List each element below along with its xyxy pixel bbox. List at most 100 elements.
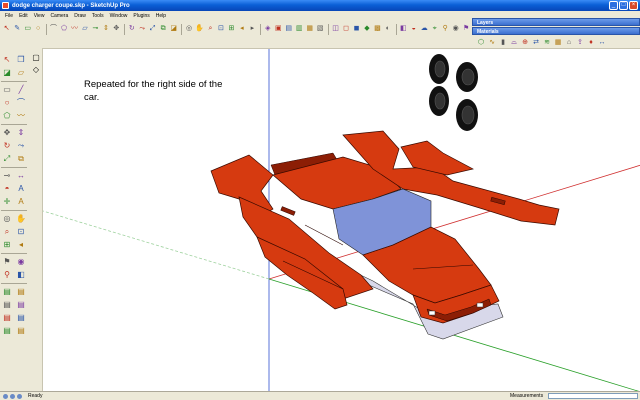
- from-contours-icon[interactable]: ≋: [542, 38, 552, 48]
- fog-icon[interactable]: ☁: [420, 24, 429, 34]
- stamp-icon[interactable]: ▮: [498, 38, 508, 48]
- zoom-icon[interactable]: ⌕: [206, 24, 215, 34]
- position-camera-icon[interactable]: ⚑: [461, 24, 470, 34]
- front-icon[interactable]: ▤: [284, 24, 293, 34]
- walk-icon[interactable]: ⚲: [1, 269, 13, 281]
- offset-icon[interactable]: ⧉: [15, 153, 27, 165]
- wireframe-icon[interactable]: ◻: [341, 24, 350, 34]
- smoove-icon[interactable]: ∿: [487, 38, 497, 48]
- rectangle-icon[interactable]: ▭: [1, 84, 13, 96]
- flip-edge-icon[interactable]: ⇄: [531, 38, 541, 48]
- menu-tools[interactable]: Tools: [89, 11, 107, 21]
- zoom-window-icon[interactable]: ⊡: [15, 226, 27, 238]
- rotate-icon[interactable]: ↻: [1, 140, 13, 152]
- arc-icon[interactable]: ⌒: [15, 97, 27, 109]
- walk-icon[interactable]: ⚲: [440, 24, 449, 34]
- left-icon[interactable]: ▧: [315, 24, 324, 34]
- previous-icon[interactable]: ◂: [237, 24, 246, 34]
- zoom-icon[interactable]: ⌕: [1, 226, 13, 238]
- layer-h-icon[interactable]: ▤: [15, 325, 27, 337]
- menu-help[interactable]: Help: [153, 11, 169, 21]
- maximize-button[interactable]: □: [619, 1, 628, 10]
- tray-layers[interactable]: Layers: [472, 18, 640, 26]
- protractor-icon[interactable]: ◓: [1, 183, 13, 195]
- sandbox-icon[interactable]: ⬡: [476, 38, 486, 48]
- top-icon[interactable]: ▣: [274, 24, 283, 34]
- eraser-icon[interactable]: ▱: [80, 24, 89, 34]
- push-pull-icon[interactable]: ⇕: [101, 24, 110, 34]
- tray-materials[interactable]: Materials: [472, 27, 640, 35]
- textured-icon[interactable]: ▩: [373, 24, 382, 34]
- shaded-icon[interactable]: ◆: [362, 24, 371, 34]
- polygon-icon[interactable]: ⬠: [59, 24, 68, 34]
- xray-icon[interactable]: ◫: [331, 24, 340, 34]
- move-icon[interactable]: ✥: [112, 24, 121, 34]
- measurements-input[interactable]: [548, 393, 638, 399]
- freehand-icon[interactable]: 〰: [15, 110, 27, 122]
- tape-icon[interactable]: ⊸: [91, 24, 100, 34]
- layer-d-icon[interactable]: ▤: [15, 299, 27, 311]
- camera-icon[interactable]: ⌖: [430, 24, 439, 34]
- share-icon[interactable]: ⇪: [575, 38, 585, 48]
- pencil-icon[interactable]: ✎: [12, 24, 21, 34]
- add-detail-icon[interactable]: ⊕: [520, 38, 530, 48]
- paint-icon[interactable]: ◪: [169, 24, 178, 34]
- menu-window[interactable]: Window: [107, 11, 131, 21]
- credits-icon[interactable]: [17, 393, 22, 399]
- position-camera-icon[interactable]: ⚑: [1, 256, 13, 268]
- axes-icon[interactable]: ✛: [1, 196, 13, 208]
- zoom-extents-icon[interactable]: ⊞: [227, 24, 236, 34]
- menu-plugins[interactable]: Plugins: [130, 11, 152, 21]
- zoom-extents-icon[interactable]: ⊞: [1, 239, 13, 251]
- layer-e-icon[interactable]: ▤: [1, 312, 13, 324]
- menu-camera[interactable]: Camera: [47, 11, 71, 21]
- monochrome-icon[interactable]: ◐: [383, 24, 392, 34]
- drawing-viewport[interactable]: Repeated for the right side of the car.: [42, 48, 640, 391]
- dimension-icon[interactable]: ↔: [597, 38, 607, 48]
- arc-icon[interactable]: ⌒: [49, 24, 58, 34]
- section-plane-icon[interactable]: ◧: [15, 269, 27, 281]
- layer-g-icon[interactable]: ▤: [1, 325, 13, 337]
- close-button[interactable]: ×: [629, 1, 638, 10]
- previous-icon[interactable]: ◂: [15, 239, 27, 251]
- freehand-icon[interactable]: 〰: [70, 24, 79, 34]
- rectangle-icon[interactable]: ▭: [23, 24, 32, 34]
- layer-c-icon[interactable]: ▤: [1, 299, 13, 311]
- zoom-window-icon[interactable]: ⊡: [216, 24, 225, 34]
- info-icon[interactable]: [3, 393, 8, 399]
- scale-icon[interactable]: ⤢: [1, 153, 13, 165]
- paint-icon[interactable]: ◪: [1, 67, 13, 79]
- menu-view[interactable]: View: [31, 11, 48, 21]
- from-scratch-icon[interactable]: ▦: [553, 38, 563, 48]
- 3d-text-icon[interactable]: A: [15, 196, 27, 208]
- orbit-icon[interactable]: ◎: [1, 213, 13, 225]
- pan-icon[interactable]: ✋: [195, 24, 205, 34]
- tape-icon[interactable]: ⊸: [1, 170, 13, 182]
- look-around-icon[interactable]: ◉: [15, 256, 27, 268]
- ruby-icon[interactable]: ♦: [586, 38, 596, 48]
- rotate-icon[interactable]: ↻: [127, 24, 136, 34]
- pan-icon[interactable]: ✋: [15, 213, 27, 225]
- layer-b-icon[interactable]: ▤: [15, 286, 27, 298]
- layer-a-icon[interactable]: ▤: [1, 286, 13, 298]
- menu-draw[interactable]: Draw: [71, 11, 89, 21]
- follow-me-icon[interactable]: ⤳: [138, 24, 147, 34]
- polygon-icon[interactable]: ⬠: [1, 110, 13, 122]
- select-icon[interactable]: ↖: [1, 54, 13, 66]
- next-icon[interactable]: ▸: [248, 24, 257, 34]
- warehouse-icon[interactable]: ⌂: [564, 38, 574, 48]
- circle-icon[interactable]: ○: [33, 24, 42, 34]
- eraser-icon[interactable]: ▱: [15, 67, 27, 79]
- camera-style-icon[interactable]: ◇: [30, 64, 42, 76]
- line-icon[interactable]: ╱: [15, 84, 27, 96]
- face-style-icon[interactable]: ▢: [30, 52, 42, 64]
- hidden-line-icon[interactable]: ◼: [352, 24, 361, 34]
- drape-icon[interactable]: ⌓: [509, 38, 519, 48]
- select-icon[interactable]: ↖: [2, 24, 11, 34]
- move-icon[interactable]: ✥: [1, 127, 13, 139]
- dimension-icon[interactable]: ↔: [15, 170, 27, 182]
- follow-me-icon[interactable]: ⤳: [15, 140, 27, 152]
- right-icon[interactable]: ▥: [294, 24, 303, 34]
- section-icon[interactable]: ◧: [399, 24, 408, 34]
- scale-icon[interactable]: ⤢: [148, 24, 157, 34]
